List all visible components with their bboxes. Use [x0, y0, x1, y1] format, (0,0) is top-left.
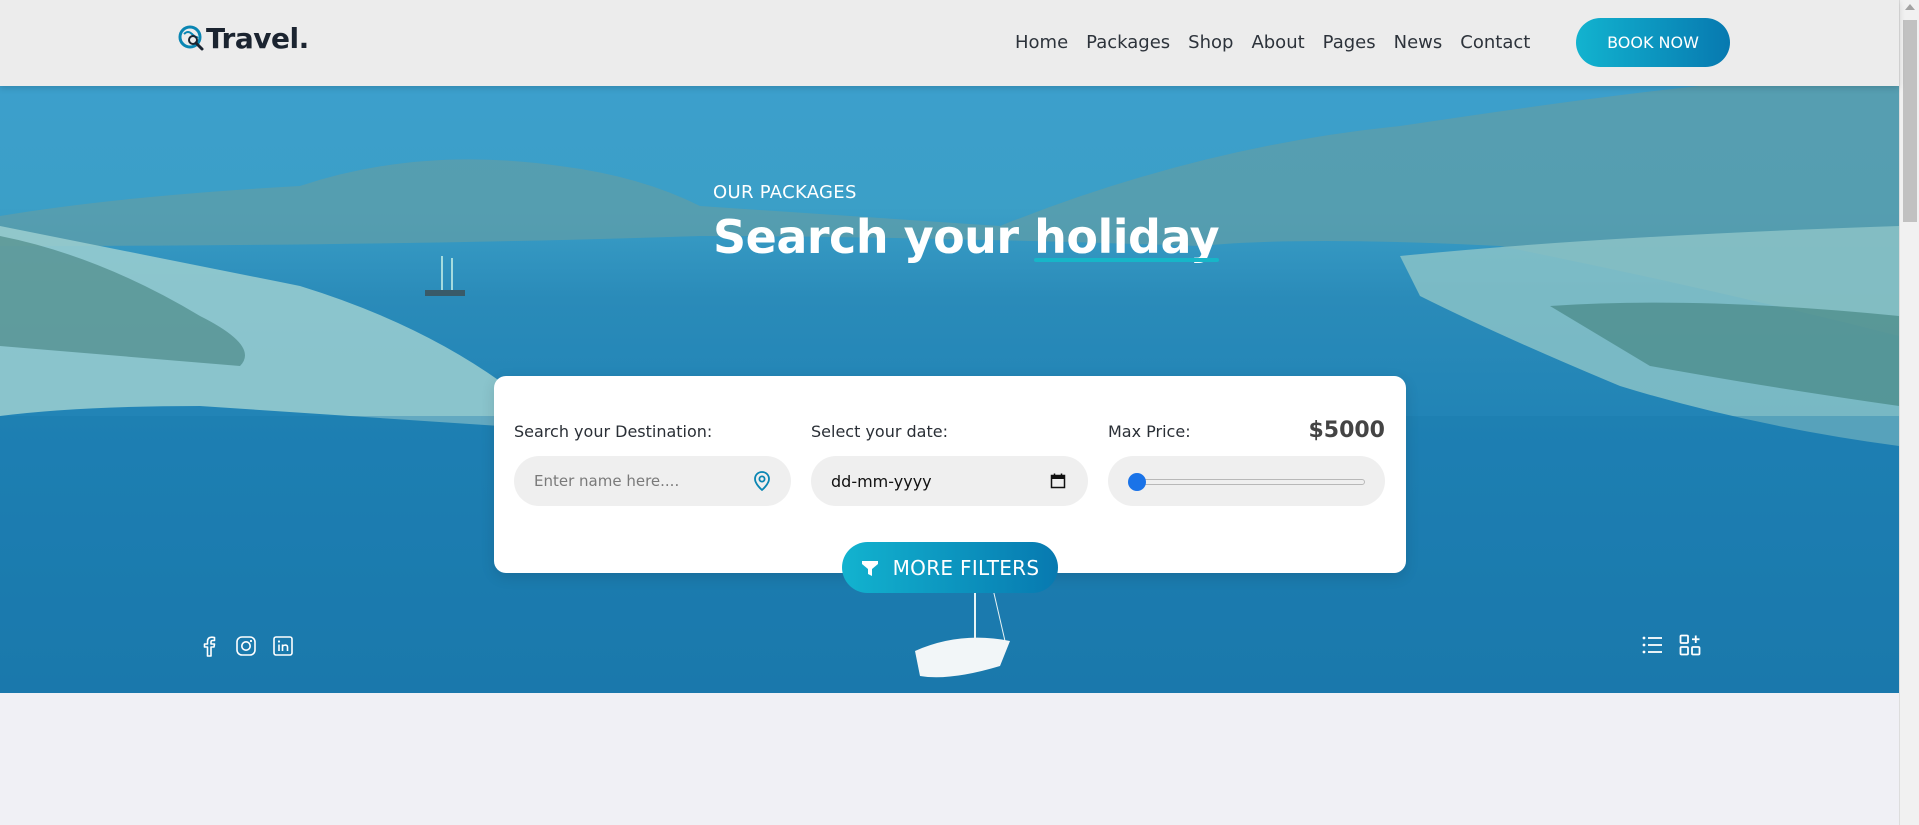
- price-slider-track[interactable]: [1130, 479, 1365, 485]
- date-label: Select your date:: [811, 422, 948, 441]
- price-field: Max Price: $5000: [1108, 418, 1385, 506]
- more-filters-label: MORE FILTERS: [892, 555, 1040, 580]
- destination-placeholder: Enter name here....: [534, 472, 680, 490]
- more-filters-button[interactable]: MORE FILTERS: [842, 542, 1058, 593]
- hero-title-prefix: Search your: [713, 210, 1035, 264]
- date-value: dd-mm-yyyy: [831, 471, 932, 491]
- linkedin-icon[interactable]: [272, 635, 294, 657]
- location-pin-icon: [754, 471, 770, 491]
- site-header: Travel. Home Packages Shop About Pages N…: [0, 0, 1899, 86]
- logo-globe-icon: [178, 25, 204, 50]
- grid-view-icon[interactable]: [1678, 633, 1702, 657]
- price-value: $5000: [1308, 418, 1385, 443]
- nav-news[interactable]: News: [1394, 32, 1443, 53]
- brand-name: Travel.: [206, 22, 309, 55]
- sailboat-small: [425, 256, 465, 296]
- calendar-icon[interactable]: [1050, 473, 1066, 489]
- filter-funnel-icon: [861, 560, 878, 576]
- destination-input[interactable]: Enter name here....: [514, 456, 791, 506]
- facebook-icon[interactable]: [198, 635, 220, 657]
- hero-title: Search your holiday: [713, 210, 1220, 264]
- hero-eyebrow: OUR PACKAGES: [713, 182, 857, 203]
- page-scrollbar[interactable]: [1899, 0, 1919, 825]
- logo[interactable]: Travel.: [178, 22, 309, 55]
- instagram-icon[interactable]: [235, 635, 257, 657]
- main-nav: Home Packages Shop About Pages News Cont…: [1015, 32, 1548, 53]
- destination-field: Search your Destination: Enter name here…: [514, 422, 791, 506]
- scroll-up-arrow-icon[interactable]: [1905, 4, 1915, 10]
- nav-shop[interactable]: Shop: [1188, 32, 1233, 53]
- hero-section: OUR PACKAGES Search your holiday Search …: [0, 86, 1899, 693]
- hero-title-highlight: holiday: [1034, 210, 1220, 264]
- nav-about[interactable]: About: [1251, 32, 1304, 53]
- price-slider[interactable]: [1108, 456, 1385, 506]
- nav-home[interactable]: Home: [1015, 32, 1068, 53]
- nav-pages[interactable]: Pages: [1323, 32, 1376, 53]
- date-field: Select your date: dd-mm-yyyy: [811, 422, 1088, 506]
- nav-contact[interactable]: Contact: [1460, 32, 1530, 53]
- social-links: [198, 635, 309, 657]
- book-now-button[interactable]: BOOK NOW: [1576, 18, 1730, 67]
- destination-label: Search your Destination:: [514, 422, 713, 441]
- nav-packages[interactable]: Packages: [1086, 32, 1170, 53]
- price-slider-thumb[interactable]: [1128, 473, 1146, 491]
- list-view-icon[interactable]: [1640, 633, 1664, 657]
- view-toggles: [1640, 633, 1716, 657]
- scrollbar-thumb[interactable]: [1903, 20, 1917, 222]
- date-input[interactable]: dd-mm-yyyy: [811, 456, 1088, 506]
